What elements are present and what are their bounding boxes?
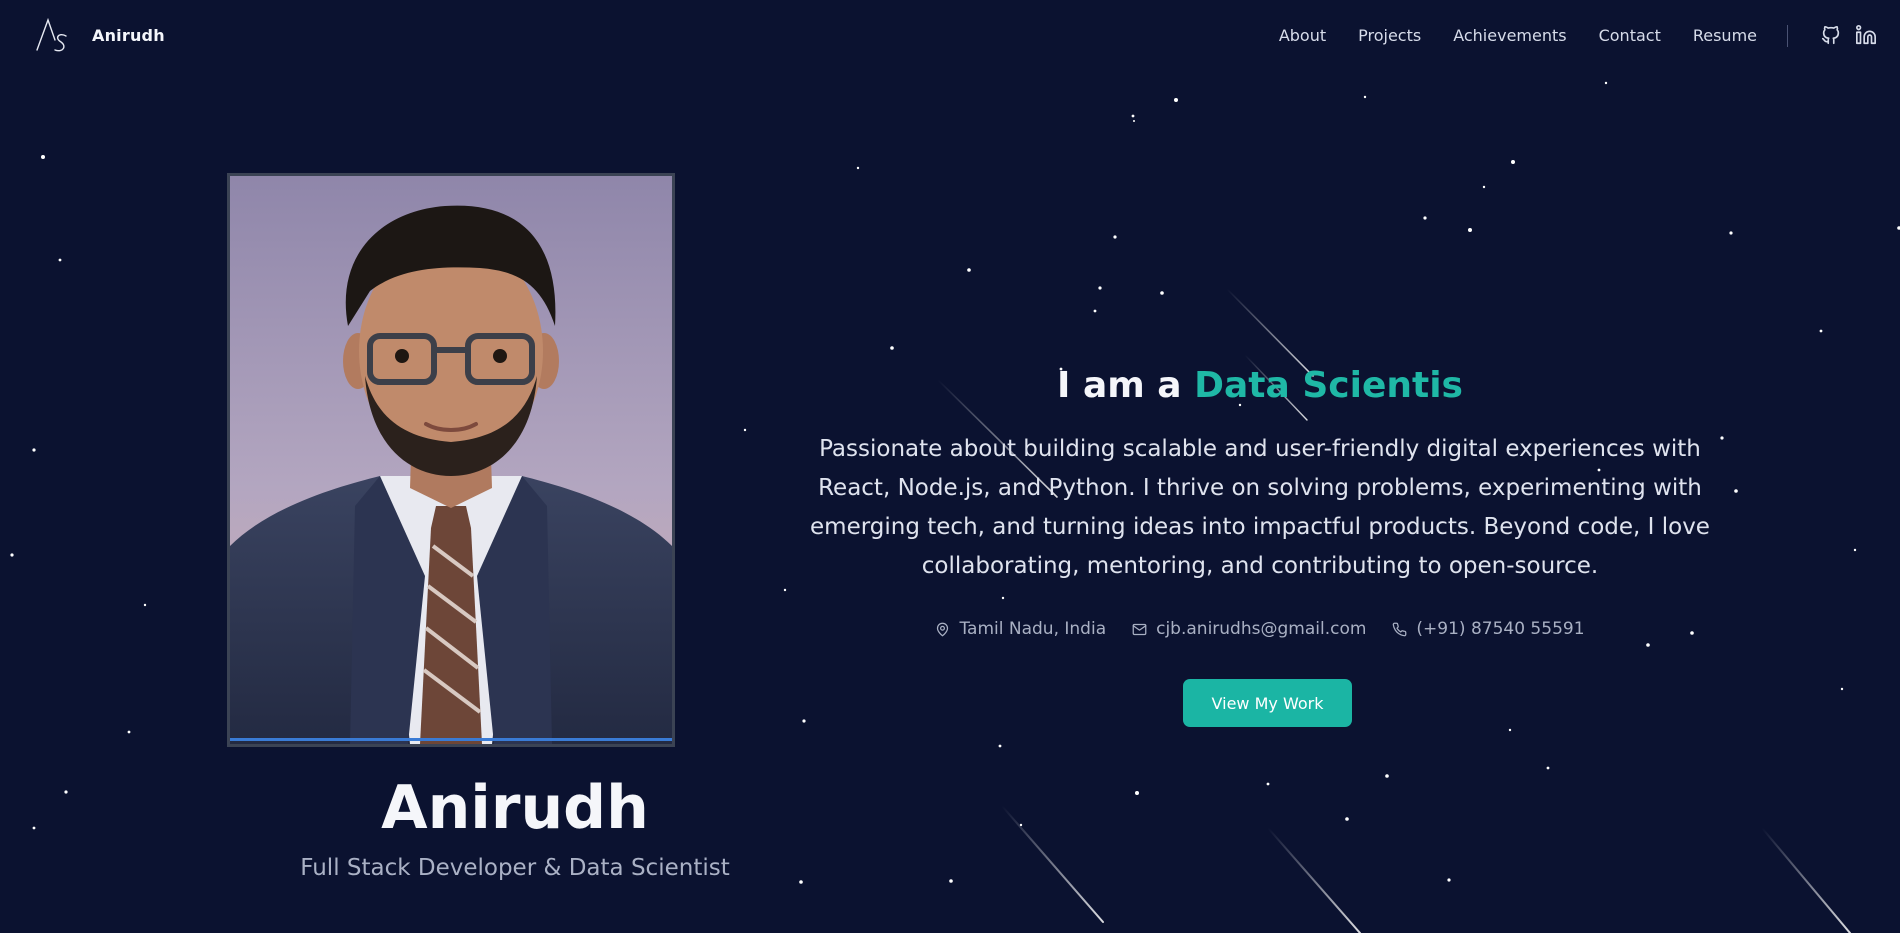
profile-portrait-image: [230, 176, 672, 744]
contact-location-text: Tamil Nadu, India: [959, 619, 1107, 639]
contact-location: Tamil Nadu, India: [935, 619, 1106, 639]
nav-link-achievements[interactable]: Achievements: [1453, 26, 1566, 45]
mail-icon: [1132, 623, 1147, 635]
hero-heading-role: Data Scientis: [1194, 365, 1463, 406]
hero-heading: I am a Data Scientis: [760, 362, 1760, 410]
brand-name: Anirudh: [92, 25, 165, 45]
nav-link-contact[interactable]: Contact: [1599, 26, 1661, 45]
profile-photo: [227, 173, 675, 747]
contact-info: Tamil Nadu, India cjb.anirudhs@gmail.com…: [760, 619, 1760, 639]
hero-bio: Passionate about building scalable and u…: [810, 436, 1710, 579]
brand-link[interactable]: Anirudh: [34, 16, 165, 54]
contact-phone[interactable]: (+91) 87540 55591: [1392, 619, 1585, 639]
nav-link-about[interactable]: About: [1279, 26, 1326, 45]
phone-icon: [1393, 622, 1407, 636]
hero-heading-prefix: I am a: [1057, 365, 1195, 406]
contact-email[interactable]: cjb.anirudhs@gmail.com: [1132, 619, 1366, 639]
logo-icon: [36, 17, 67, 52]
navbar: Anirudh About Projects Achievements Cont…: [0, 0, 1900, 70]
profile-name: Anirudh: [381, 773, 649, 843]
contact-phone-text[interactable]: (+91) 87540 55591: [1416, 619, 1584, 639]
view-my-work-button[interactable]: View My Work: [1183, 679, 1352, 727]
nav-link-projects[interactable]: Projects: [1358, 26, 1421, 45]
map-pin-icon: [937, 622, 949, 636]
nav-links: About Projects Achievements Contact Resu…: [1279, 0, 1757, 70]
profile-title: Full Stack Developer & Data Scientist: [300, 855, 730, 881]
github-icon[interactable]: [1820, 24, 1842, 46]
linkedin-icon[interactable]: [1855, 24, 1877, 46]
nav-divider: [1787, 25, 1788, 47]
nav-link-resume[interactable]: Resume: [1693, 26, 1757, 45]
contact-email-text[interactable]: cjb.anirudhs@gmail.com: [1156, 619, 1366, 639]
